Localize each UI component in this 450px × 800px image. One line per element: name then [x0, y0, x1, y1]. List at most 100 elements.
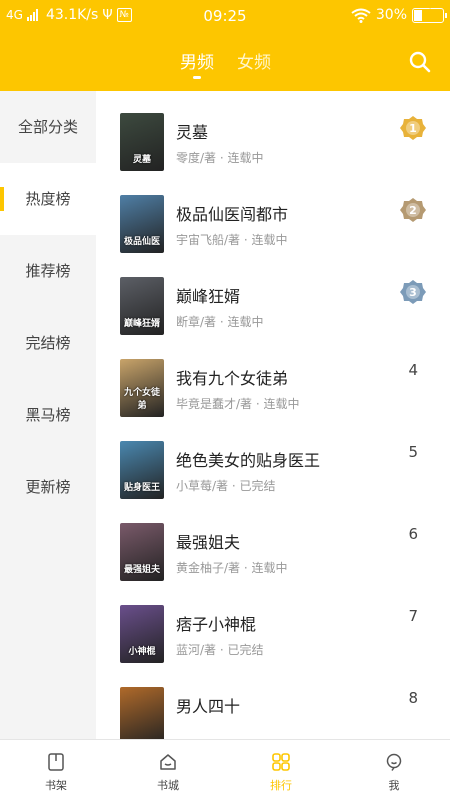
book-cover: 小神棍 — [120, 605, 164, 663]
book-cover: 九个女徒弟 — [120, 359, 164, 417]
sidebar-item-label: 完结榜 — [25, 334, 71, 352]
status-right: 30% ⚡ — [351, 5, 447, 23]
sidebar-item-label: 更新榜 — [25, 478, 71, 496]
book-author: 毕竟是蠢才/著 — [176, 397, 253, 411]
nav-ranking[interactable]: 排行 — [225, 740, 337, 800]
bookstore-icon — [160, 754, 176, 770]
charging-icon: ⚡ — [424, 5, 432, 19]
cover-title-art: 灵墓 — [132, 155, 151, 165]
nav-label: 排行 — [270, 779, 292, 792]
rank-number: 6 — [408, 525, 418, 543]
book-author: 宇宙飞船/著 — [176, 233, 241, 247]
sidebar-item-label: 热度榜 — [25, 190, 71, 208]
battery-icon: ⚡ — [412, 5, 447, 23]
book-meta: 宇宙飞船/著 · 连载中 — [176, 233, 288, 247]
book-meta: 断章/著 · 连载中 — [176, 315, 264, 329]
cover-title-art: 贴身医王 — [123, 483, 160, 493]
sidebar-item-label: 黑马榜 — [25, 406, 71, 424]
sidebar-item-recommended[interactable]: 推荐榜 — [0, 235, 96, 307]
book-title: 灵墓 — [176, 123, 209, 142]
book-author: 黄金柚子/著 — [176, 561, 241, 575]
book-status: 连载中 — [227, 315, 264, 329]
ranking-icon — [272, 753, 290, 771]
sidebar-item-all-categories[interactable]: 全部分类 — [0, 91, 96, 163]
book-row[interactable]: 灵墓 灵墓 零度/著 · 连载中 1 — [96, 91, 450, 173]
book-title: 巅峰狂婿 — [176, 287, 241, 306]
cover-title-art: 巅峰狂婿 — [123, 319, 160, 329]
nav-label: 书城 — [157, 779, 179, 792]
profile-icon — [386, 753, 402, 771]
book-cover: 最强姐夫 — [120, 523, 164, 581]
rank-number: 7 — [408, 607, 418, 625]
book-row[interactable]: 贴身医王 绝色美女的贴身医王 小草莓/著 · 已完结 5 — [96, 419, 450, 501]
sidebar-item-dark-horse[interactable]: 黑马榜 — [0, 379, 96, 451]
book-cover: 极品仙医 — [120, 195, 164, 253]
book-status: 连载中 — [263, 397, 300, 411]
book-title: 男人四十 — [176, 697, 241, 716]
sidebar-item-label: 全部分类 — [17, 118, 78, 136]
nav-label: 书架 — [45, 779, 67, 792]
book-row[interactable]: 小神棍 痞子小神棍 蓝河/著 · 已完结 7 — [96, 583, 450, 665]
book-title: 我有九个女徒弟 — [176, 369, 289, 388]
book-author: 零度/著 — [176, 151, 217, 165]
tab-male[interactable]: 男频 — [180, 48, 214, 73]
bookshelf-icon — [48, 753, 64, 771]
medal-rank: 1 — [409, 122, 417, 135]
nav-label: 我 — [388, 779, 400, 792]
active-tab-indicator — [193, 76, 201, 79]
book-row[interactable]: 巅峰狂婿 巅峰狂婿 断章/著 · 连载中 3 — [96, 255, 450, 337]
book-cover — [120, 687, 164, 739]
cover-title-art: 最强姐夫 — [123, 565, 160, 575]
nav-bookstore[interactable]: 书城 — [112, 740, 224, 800]
status-bar: 4G 43.1K/s Ψ № 09:25 30% ⚡ — [0, 0, 450, 32]
app-header: 4G 43.1K/s Ψ № 09:25 30% ⚡ 男频 女频 — [0, 0, 450, 91]
bronze-medal-icon: 3 — [400, 280, 426, 304]
book-status: 连载中 — [251, 561, 288, 575]
nav-profile[interactable]: 我 — [338, 740, 450, 800]
rank-number: 5 — [408, 443, 418, 461]
book-title: 最强姐夫 — [176, 533, 241, 552]
book-cover: 贴身医王 — [120, 441, 164, 499]
book-meta: 黄金柚子/著 · 连载中 — [176, 561, 288, 575]
book-meta: 零度/著 · 连载中 — [176, 151, 264, 165]
search-icon[interactable] — [408, 50, 432, 74]
sidebar-item-completed[interactable]: 完结榜 — [0, 307, 96, 379]
book-author: 断章/著 — [176, 315, 217, 329]
book-cover: 灵墓 — [120, 113, 164, 171]
ranking-list: 灵墓 灵墓 零度/著 · 连载中 1 极品仙医 极品仙医闯都市 宇宙飞船/著 ·… — [96, 91, 450, 739]
battery-percent: 30% — [375, 7, 407, 23]
silver-medal-icon: 2 — [400, 198, 426, 222]
book-status: 已完结 — [239, 479, 276, 493]
book-title: 绝色美女的贴身医王 — [176, 451, 321, 470]
book-status: 连载中 — [227, 151, 264, 165]
wifi-icon — [351, 8, 371, 23]
book-author: 蓝河/著 — [176, 643, 217, 657]
sidebar-item-label: 推荐榜 — [25, 262, 71, 280]
book-row[interactable]: 最强姐夫 最强姐夫 黄金柚子/著 · 连载中 6 — [96, 501, 450, 583]
sidebar-item-updated[interactable]: 更新榜 — [0, 451, 96, 523]
bottom-nav: 书架 书城 排行 我 — [0, 739, 450, 800]
active-marker — [0, 187, 4, 211]
book-row[interactable]: 极品仙医 极品仙医闯都市 宇宙飞船/著 · 连载中 2 — [96, 173, 450, 255]
cover-title-art: 九个女徒弟 — [123, 388, 160, 411]
book-author: 小草莓/著 — [176, 479, 229, 493]
rank-number: 4 — [408, 361, 418, 379]
gold-medal-icon: 1 — [400, 116, 426, 140]
book-title: 极品仙医闯都市 — [176, 205, 289, 224]
sidebar-item-hot[interactable]: 热度榜 — [0, 163, 96, 235]
tab-female[interactable]: 女频 — [237, 48, 271, 73]
gender-tabs: 男频 女频 — [0, 48, 450, 88]
book-title: 痞子小神棍 — [176, 615, 257, 634]
book-row[interactable]: 男人四十 8 — [96, 665, 450, 739]
nav-bookshelf[interactable]: 书架 — [0, 740, 112, 800]
book-status: 连载中 — [251, 233, 288, 247]
medal-rank: 3 — [409, 286, 417, 299]
book-meta: 小草莓/著 · 已完结 — [176, 479, 276, 493]
cover-title-art: 极品仙医 — [123, 237, 160, 247]
book-meta: 蓝河/著 · 已完结 — [176, 643, 264, 657]
book-meta: 毕竟是蠢才/著 · 连载中 — [176, 397, 300, 411]
medal-rank: 2 — [409, 204, 417, 217]
book-row[interactable]: 九个女徒弟 我有九个女徒弟 毕竟是蠢才/著 · 连载中 4 — [96, 337, 450, 419]
book-status: 已完结 — [227, 643, 264, 657]
book-cover: 巅峰狂婿 — [120, 277, 164, 335]
